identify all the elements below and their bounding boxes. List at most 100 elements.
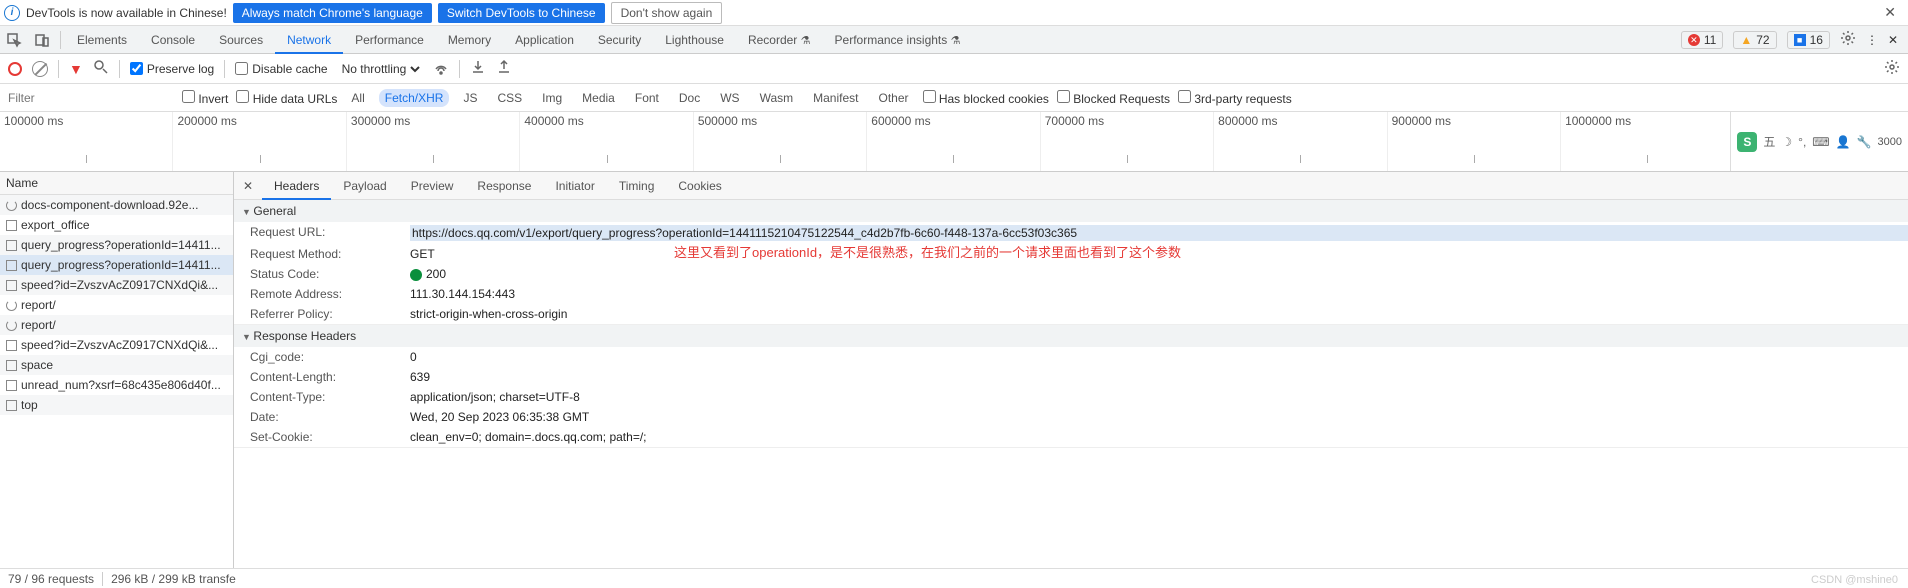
request-list-header[interactable]: Name [0, 172, 233, 195]
tab-console[interactable]: Console [139, 26, 207, 54]
ime-toolbox: S 五 ☽ °, ⌨ 👤 🔧 3000 [1730, 112, 1908, 171]
wrench-icon[interactable]: 🔧 [1857, 135, 1872, 149]
tab-recorder[interactable]: Recorder ⚗ [736, 26, 823, 54]
type-wasm[interactable]: Wasm [754, 89, 800, 107]
detail-tab-cookies[interactable]: Cookies [666, 172, 733, 200]
dismiss-banner-button[interactable]: Don't show again [611, 2, 723, 24]
has-blocked-cookies-checkbox[interactable]: Has blocked cookies [923, 90, 1049, 106]
request-row[interactable]: docs-component-download.92e... [0, 195, 233, 215]
degree-icon[interactable]: °, [1798, 135, 1806, 149]
tab-application[interactable]: Application [503, 26, 586, 54]
close-icon[interactable]: ✕ [1876, 4, 1904, 21]
request-count: 79 / 96 requests [8, 572, 94, 586]
loading-icon [6, 320, 17, 331]
type-doc[interactable]: Doc [673, 89, 706, 107]
request-url-value[interactable]: https://docs.qq.com/v1/export/query_prog… [410, 225, 1908, 241]
blocked-requests-checkbox[interactable]: Blocked Requests [1057, 90, 1170, 106]
match-language-button[interactable]: Always match Chrome's language [233, 3, 432, 23]
moon-icon[interactable]: ☽ [1781, 135, 1792, 149]
record-button[interactable] [8, 62, 22, 76]
request-row[interactable]: report/ [0, 315, 233, 335]
request-method-label: Request Method: [250, 247, 410, 261]
file-icon [6, 220, 17, 231]
file-icon [6, 280, 17, 291]
response-headers-header[interactable]: Response Headers [234, 325, 1908, 347]
type-manifest[interactable]: Manifest [807, 89, 864, 107]
throttling-select[interactable]: No throttling [338, 61, 423, 77]
error-count-badge[interactable]: ✕11 [1681, 31, 1723, 49]
cgi-code-value: 0 [410, 350, 1908, 364]
detail-tab-headers[interactable]: Headers [262, 172, 331, 200]
type-font[interactable]: Font [629, 89, 665, 107]
request-row[interactable]: speed?id=ZvszvAcZ0917CNXdQi&... [0, 275, 233, 295]
invert-checkbox[interactable]: Invert [182, 90, 228, 106]
sogou-ime-icon[interactable]: S [1737, 132, 1757, 152]
preserve-log-checkbox[interactable]: Preserve log [130, 62, 214, 76]
hide-data-urls-checkbox[interactable]: Hide data URLs [236, 90, 337, 106]
request-row[interactable]: query_progress?operationId=14411... [0, 255, 233, 275]
network-settings-icon[interactable] [1884, 59, 1900, 78]
request-details: ✕ Headers Payload Preview Response Initi… [234, 172, 1908, 568]
general-header[interactable]: General [234, 200, 1908, 222]
request-row[interactable]: report/ [0, 295, 233, 315]
search-icon[interactable] [93, 59, 109, 78]
close-devtools-icon[interactable]: ✕ [1888, 33, 1898, 47]
export-har-icon[interactable] [496, 59, 512, 78]
detail-tab-timing[interactable]: Timing [607, 172, 667, 200]
tab-network[interactable]: Network [275, 26, 343, 54]
detail-tab-payload[interactable]: Payload [331, 172, 398, 200]
network-conditions-icon[interactable] [433, 59, 449, 78]
detail-tab-initiator[interactable]: Initiator [543, 172, 606, 200]
request-row[interactable]: unread_num?xsrf=68c435e806d40f... [0, 375, 233, 395]
filter-icon[interactable]: ▼ [69, 61, 83, 77]
request-row[interactable]: query_progress?operationId=14411... [0, 235, 233, 255]
import-har-icon[interactable] [470, 59, 486, 78]
tab-performance[interactable]: Performance [343, 26, 436, 54]
third-party-checkbox[interactable]: 3rd-party requests [1178, 90, 1292, 106]
request-row[interactable]: export_office [0, 215, 233, 235]
filter-input[interactable] [4, 91, 174, 105]
inspect-icon[interactable] [0, 32, 28, 48]
warning-count-badge[interactable]: ▲72 [1733, 31, 1776, 49]
request-name: report/ [21, 318, 56, 332]
more-icon[interactable]: ⋮ [1866, 33, 1878, 47]
switch-language-button[interactable]: Switch DevTools to Chinese [438, 3, 605, 23]
request-row[interactable]: speed?id=ZvszvAcZ0917CNXdQi&... [0, 335, 233, 355]
tab-memory[interactable]: Memory [436, 26, 503, 54]
device-toggle-icon[interactable] [28, 32, 56, 48]
status-code-label: Status Code: [250, 267, 410, 281]
detail-tabs: ✕ Headers Payload Preview Response Initi… [234, 172, 1908, 200]
loading-icon [6, 300, 17, 311]
type-img[interactable]: Img [536, 89, 568, 107]
clear-button[interactable] [32, 61, 48, 77]
keyboard-icon[interactable]: ⌨ [1812, 135, 1829, 149]
settings-icon[interactable] [1840, 30, 1856, 49]
content-length-label: Content-Length: [250, 370, 410, 384]
detail-tab-preview[interactable]: Preview [399, 172, 466, 200]
waterfall-overview[interactable]: 100000 ms 200000 ms 300000 ms 400000 ms … [0, 112, 1908, 172]
disable-cache-checkbox[interactable]: Disable cache [235, 62, 327, 76]
user-icon[interactable]: 👤 [1836, 135, 1851, 149]
date-label: Date: [250, 410, 410, 424]
tab-sources[interactable]: Sources [207, 26, 275, 54]
type-js[interactable]: JS [457, 89, 483, 107]
request-row[interactable]: space [0, 355, 233, 375]
remote-address-label: Remote Address: [250, 287, 410, 301]
type-css[interactable]: CSS [491, 89, 528, 107]
type-ws[interactable]: WS [714, 89, 745, 107]
detail-tab-response[interactable]: Response [465, 172, 543, 200]
tab-security[interactable]: Security [586, 26, 653, 54]
close-details-icon[interactable]: ✕ [234, 179, 262, 193]
annotation-text: 这里又看到了operationId，是不是很熟悉，在我们之前的一个请求里面也看到… [674, 242, 1181, 261]
tab-perf-insights[interactable]: Performance insights ⚗ [823, 26, 973, 54]
tab-elements[interactable]: Elements [65, 26, 139, 54]
issues-count-badge[interactable]: ■16 [1787, 31, 1830, 49]
request-row[interactable]: top [0, 395, 233, 415]
type-media[interactable]: Media [576, 89, 621, 107]
type-fetch-xhr[interactable]: Fetch/XHR [379, 89, 450, 107]
request-name: report/ [21, 298, 56, 312]
banner-message: DevTools is now available in Chinese! [26, 6, 227, 20]
tab-lighthouse[interactable]: Lighthouse [653, 26, 736, 54]
type-other[interactable]: Other [872, 89, 914, 107]
type-all[interactable]: All [345, 89, 370, 107]
